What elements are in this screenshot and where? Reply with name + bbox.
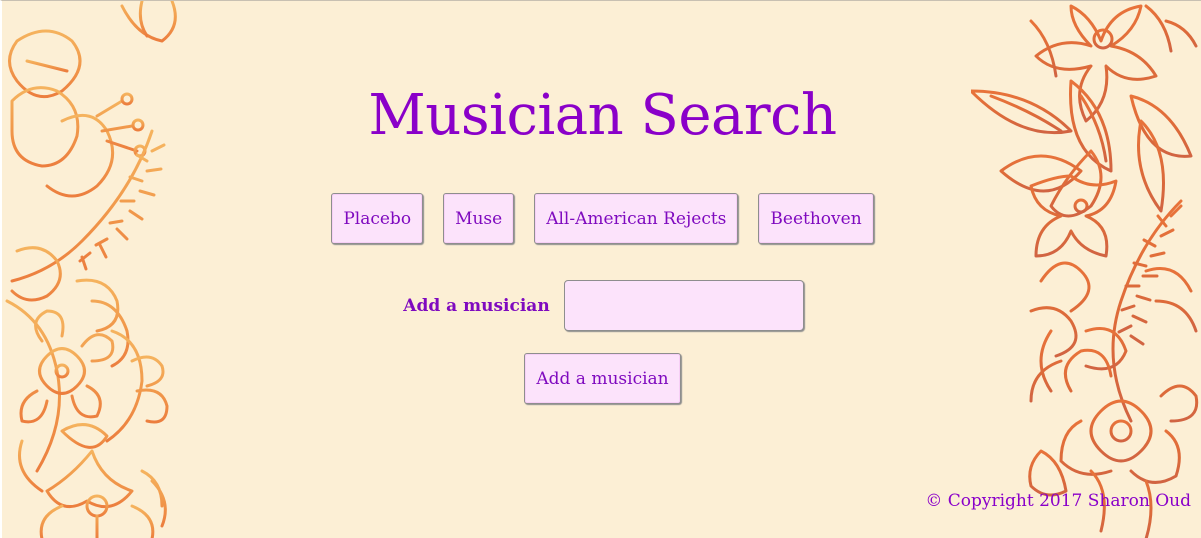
musician-button-row: Placebo Muse All-American Rejects Beetho… xyxy=(2,193,1201,244)
page-title: Musician Search xyxy=(368,83,837,148)
musician-button-muse[interactable]: Muse xyxy=(443,193,515,244)
page: Musician Search Placebo Muse All-America… xyxy=(0,0,1201,538)
add-musician-label: Add a musician xyxy=(403,295,550,316)
floral-decoration-right xyxy=(971,4,1199,538)
add-musician-button[interactable]: Add a musician xyxy=(524,353,681,404)
add-musician-form: Add a musician xyxy=(2,280,1201,331)
floral-decoration-left xyxy=(5,1,177,538)
musician-button-beethoven[interactable]: Beethoven xyxy=(758,193,874,244)
musician-button-all-american-rejects[interactable]: All-American Rejects xyxy=(534,193,739,244)
copyright-footer: © Copyright 2017 Sharon Oud xyxy=(925,491,1191,511)
musician-name-input[interactable] xyxy=(563,280,804,331)
musician-button-placebo[interactable]: Placebo xyxy=(331,193,424,244)
add-button-wrapper: Add a musician xyxy=(2,353,1201,404)
